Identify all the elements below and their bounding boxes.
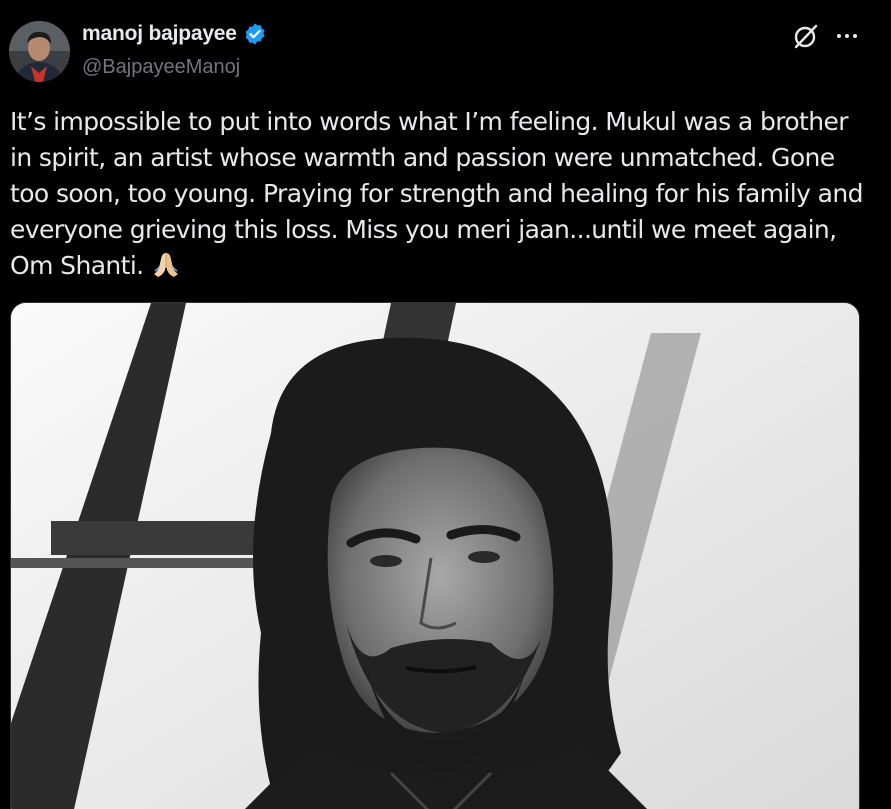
author-handle[interactable]: @BajpayeeManoj: [82, 56, 240, 79]
author-name-row: manoj bajpayee: [82, 22, 267, 46]
avatar[interactable]: [9, 21, 70, 82]
grok-icon[interactable]: [792, 22, 820, 50]
author-display-name[interactable]: manoj bajpayee: [82, 22, 237, 46]
tweet-photo[interactable]: [10, 302, 860, 809]
folded-hands-emoji-icon: [151, 250, 181, 278]
tweet-text: It’s impossible to put into words what I…: [10, 104, 870, 284]
verified-badge-icon: [243, 22, 267, 46]
tweet: manoj bajpayee @BajpayeeManoj It’s impos…: [0, 0, 891, 809]
tweet-body: It’s impossible to put into words what I…: [10, 107, 863, 280]
more-options-icon[interactable]: [833, 22, 861, 50]
